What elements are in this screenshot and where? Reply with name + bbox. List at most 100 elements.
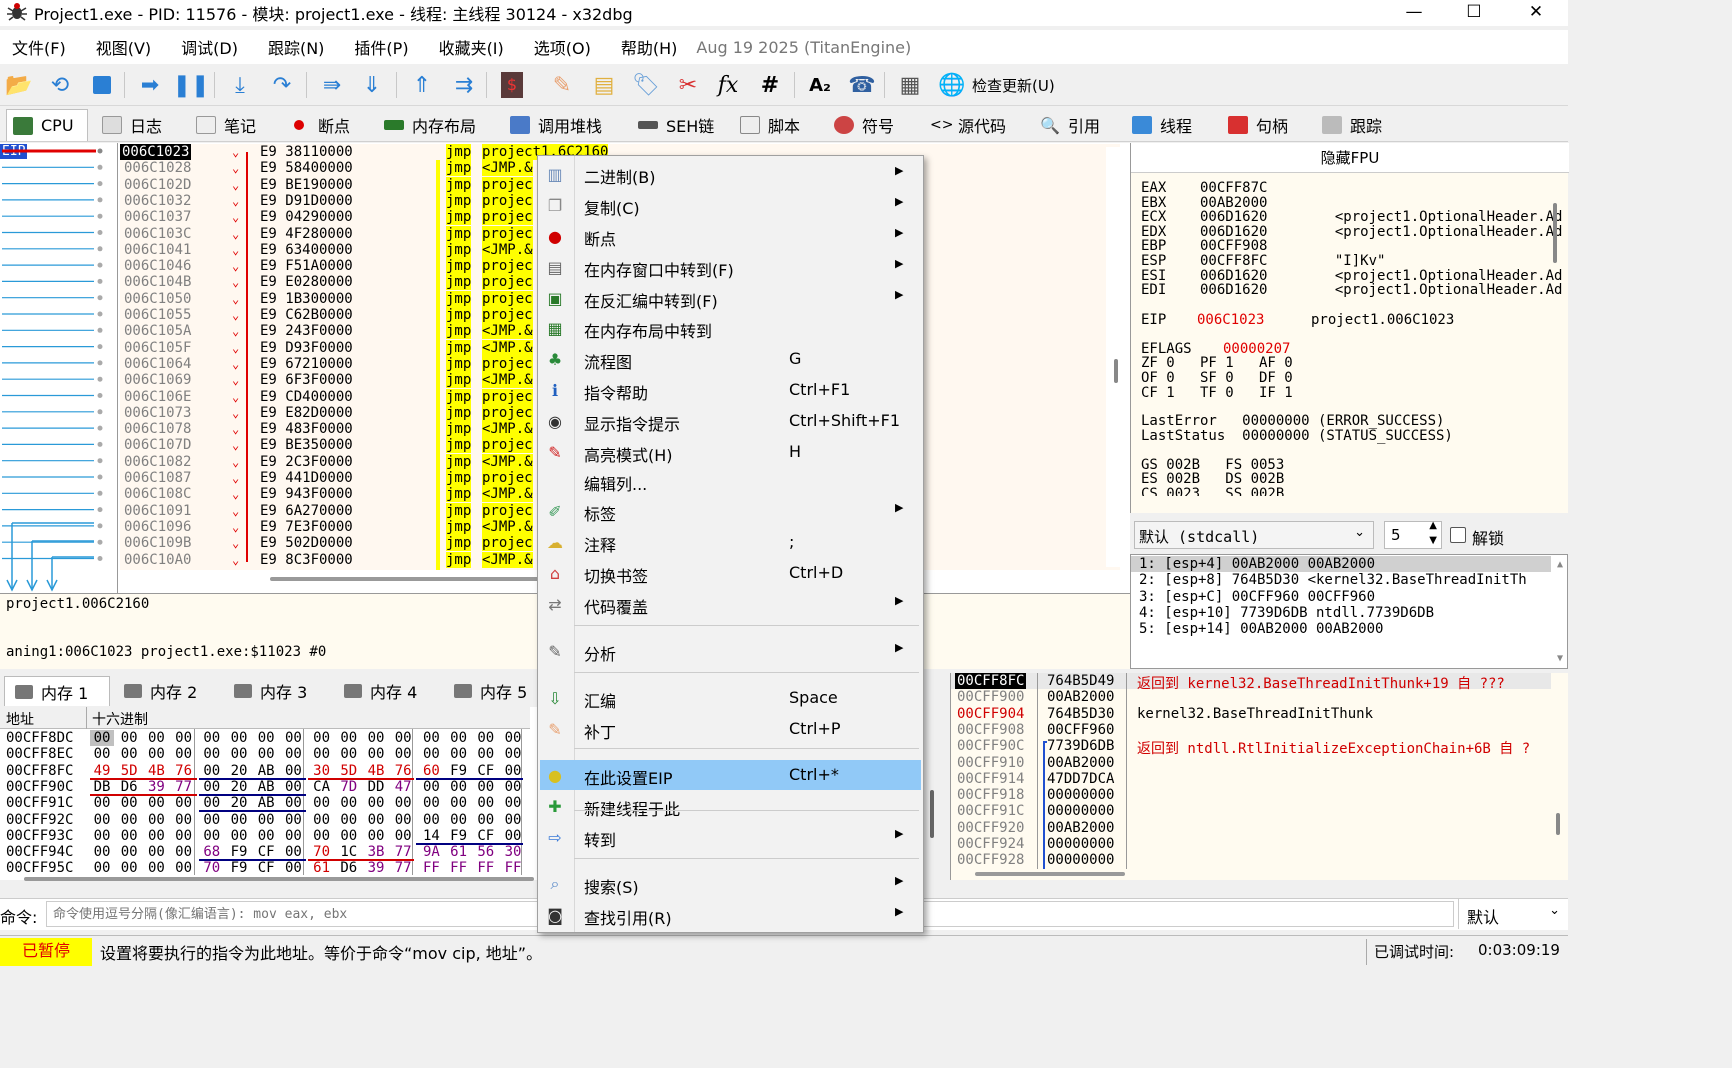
tab-references[interactable]: 🔍 引用 (1034, 109, 1122, 141)
dump-byte[interactable]: 00 (90, 828, 114, 844)
patch-icon[interactable]: ✎ (548, 71, 576, 99)
dump-byte[interactable]: 00 (474, 795, 498, 811)
bookmarks-icon[interactable]: ✂ (674, 71, 702, 99)
dump-byte[interactable]: 00 (200, 763, 224, 779)
stack-row[interactable]: 00CFF908 00CFF960 (951, 722, 1551, 738)
tab-symbols[interactable]: 符号 (828, 109, 920, 141)
dump-byte[interactable]: AB (254, 779, 278, 795)
register-scrollbar[interactable] (1553, 203, 1559, 503)
dump-byte[interactable]: 00 (254, 730, 278, 746)
menu-item-new-thread[interactable]: ✚ 新建线程于此 (540, 791, 921, 821)
dump-byte[interactable]: 00 (200, 795, 224, 811)
menu-item-copy[interactable]: ❐ 复制(C) ▶ (540, 190, 921, 220)
dump-byte[interactable]: 00 (447, 746, 471, 762)
menu-help[interactable]: 帮助(H) (606, 35, 693, 59)
stack-arg-row[interactable]: 5: [esp+14] 00AB2000 00AB2000 (1139, 621, 1383, 637)
stack-arg-row[interactable]: 1: [esp+4] 00AB2000 00AB2000 (1131, 556, 1551, 572)
dump-byte[interactable]: 00 (364, 795, 388, 811)
dump-byte[interactable]: FF (474, 860, 498, 876)
dump-byte[interactable]: 7D (337, 779, 361, 795)
dump-byte[interactable]: 00 (144, 730, 168, 746)
stack-row[interactable]: 00CFF924 00000000 (951, 836, 1551, 852)
dump-byte[interactable]: 00 (310, 730, 334, 746)
call-convention-select[interactable]: 默认 (stdcall) ⌄ (1134, 521, 1374, 549)
dump-byte[interactable]: 00 (200, 746, 224, 762)
spin-down-icon[interactable]: ▼ (1429, 535, 1437, 546)
dump-byte[interactable]: 00 (172, 828, 196, 844)
minimize-button[interactable]: — (1384, 0, 1444, 26)
stack-arg-row[interactable]: 2: [esp+8] 764B5D30 <kernel32.BaseThread… (1139, 572, 1527, 588)
dump-byte[interactable]: 1C (337, 844, 361, 860)
menu-plugins[interactable]: 插件(P) (339, 35, 423, 59)
dump-byte[interactable]: CF (254, 844, 278, 860)
dump-byte[interactable]: 00 (281, 779, 305, 795)
stack-view[interactable]: 00CFF8FC 764B5D49 返回到 kernel32.BaseThreadI… (950, 673, 1568, 880)
dump-byte[interactable]: 00 (117, 730, 141, 746)
scroll-up-icon[interactable]: ▲ (1557, 559, 1563, 570)
trace-into-icon[interactable]: ⇛ (318, 71, 346, 99)
dump-byte[interactable]: 00 (144, 795, 168, 811)
menu-item-highlight[interactable]: ✎ 高亮模式(H) H (540, 437, 921, 467)
stack-row[interactable]: 00CFF920 00AB2000 (951, 820, 1551, 836)
globe-icon[interactable]: 🌐 (938, 71, 966, 99)
dump-byte[interactable]: 00 (310, 812, 334, 828)
dump-byte[interactable]: 39 (144, 779, 168, 795)
dump-byte[interactable]: 00 (90, 812, 114, 828)
dump-byte[interactable]: 00 (90, 860, 114, 876)
menu-debug[interactable]: 调试(D) (166, 35, 253, 59)
dump-byte[interactable]: 30 (310, 763, 334, 779)
close-button[interactable]: ✕ (1506, 0, 1566, 26)
stack-hscrollbar[interactable] (975, 872, 1125, 876)
dump-byte[interactable]: 00 (200, 812, 224, 828)
dump-byte[interactable]: 00 (281, 730, 305, 746)
dump-byte[interactable]: 00 (310, 795, 334, 811)
menu-item-goto[interactable]: ⇨ 转到 ▶ (540, 822, 921, 852)
dump-byte[interactable]: 61 (310, 860, 334, 876)
dump-byte[interactable]: 00 (117, 828, 141, 844)
dump-byte[interactable]: 00 (200, 779, 224, 795)
dump-byte[interactable]: 00 (117, 860, 141, 876)
dump-byte[interactable]: 70 (200, 860, 224, 876)
dump-byte[interactable]: 00 (281, 828, 305, 844)
dump-byte[interactable]: 00 (447, 779, 471, 795)
dump-byte[interactable]: 56 (474, 844, 498, 860)
dump-byte[interactable]: 00 (144, 828, 168, 844)
dump-byte[interactable]: F9 (447, 763, 471, 779)
menu-options[interactable]: 选项(O) (519, 35, 606, 59)
dump-byte[interactable]: 00 (281, 844, 305, 860)
menu-item-binary[interactable]: ▥ 二进制(B) ▶ (540, 159, 921, 189)
dump-byte[interactable]: 00 (200, 828, 224, 844)
pause-icon[interactable]: ❚❚ (173, 71, 210, 99)
dump-byte[interactable]: 00 (117, 746, 141, 762)
step-into-icon[interactable]: ⤓ (226, 71, 254, 99)
dump-byte[interactable]: F9 (227, 844, 251, 860)
calculator-phone-icon[interactable]: ☎ (848, 71, 876, 99)
dump-byte[interactable]: CF (474, 763, 498, 779)
dump-byte[interactable]: 20 (227, 795, 251, 811)
check-updates-button[interactable]: 检查更新(U) (972, 75, 1055, 96)
spin-up-icon[interactable]: ▲ (1429, 520, 1437, 531)
dump-byte[interactable]: DB (90, 779, 114, 795)
dump-byte[interactable]: 00 (200, 730, 224, 746)
tab-script[interactable]: 脚本 (734, 109, 822, 141)
menu-item-label[interactable]: ✐ 标签 ▶ (540, 496, 921, 526)
dump-byte[interactable]: 00 (419, 779, 443, 795)
dump-byte[interactable]: 00 (281, 746, 305, 762)
scroll-down-icon[interactable]: ▼ (1557, 653, 1563, 664)
stack-row[interactable]: 00CFF910 00AB2000 (951, 755, 1551, 771)
dump-byte[interactable]: 70 (310, 844, 334, 860)
arg-count-spinbox[interactable]: 5 ▲ ▼ (1384, 520, 1442, 549)
menu-item-coverage[interactable]: ⇄ 代码覆盖 ▶ (540, 589, 921, 619)
tab-seh-chain[interactable]: SEH链 (632, 109, 730, 141)
dump-byte[interactable]: AB (254, 795, 278, 811)
tab-dump-3[interactable]: 内存 3 (224, 676, 330, 706)
memory-dump[interactable]: 地址 十六进制 00CFF8DC 00 00 00 00 00 00 00 00 00 00 00 00… (0, 707, 540, 881)
comments-icon[interactable]: ▤ (590, 71, 618, 99)
dump-byte[interactable]: 00 (364, 746, 388, 762)
dump-byte[interactable]: 00 (254, 746, 278, 762)
dump-byte[interactable]: FF (447, 860, 471, 876)
dump-byte[interactable]: 00 (310, 746, 334, 762)
dump-byte[interactable]: 00 (144, 860, 168, 876)
menu-item-help[interactable]: ℹ 指令帮助 Ctrl+F1 (540, 375, 921, 405)
dump-byte[interactable]: 00 (227, 828, 251, 844)
